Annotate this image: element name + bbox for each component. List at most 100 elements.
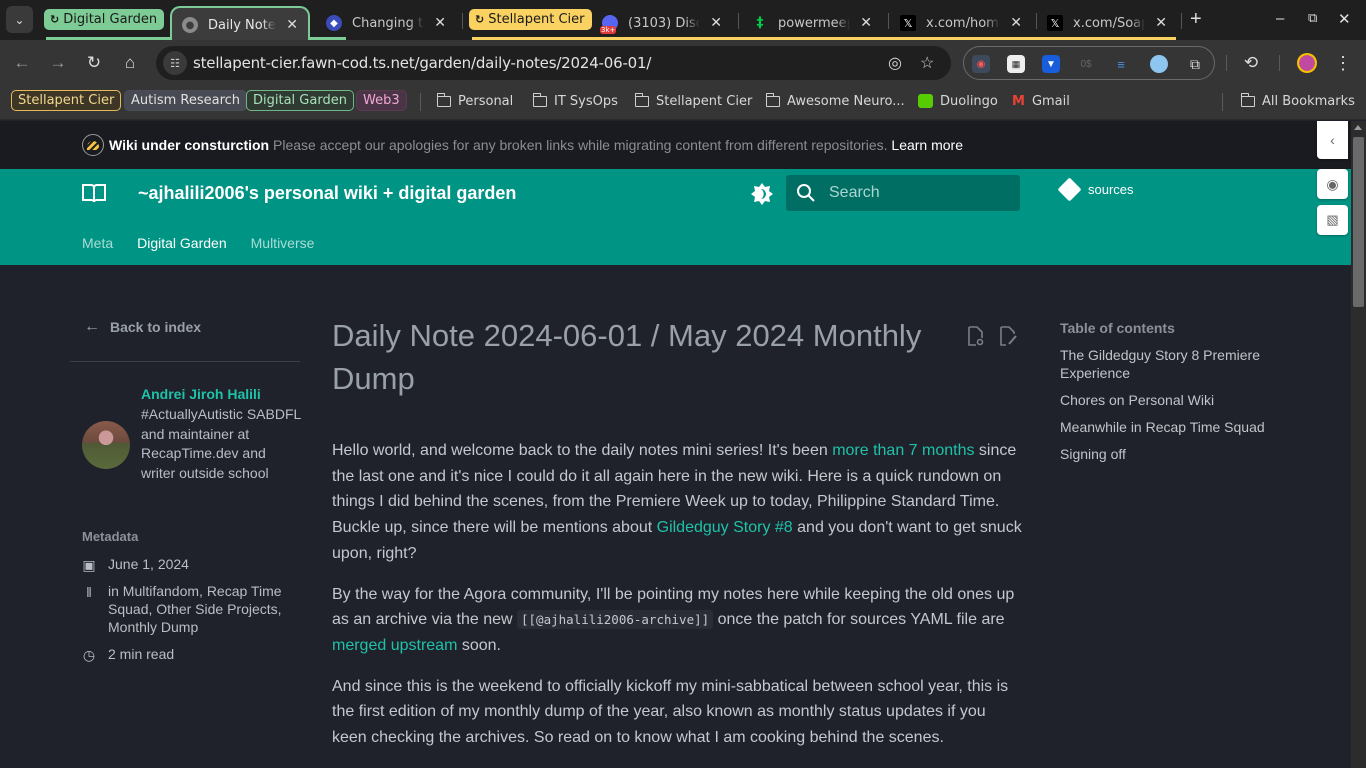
tab-group-digital-garden[interactable]: ↻ Digital Garden: [44, 9, 165, 30]
close-tab-icon[interactable]: ✕: [1155, 15, 1167, 31]
metadata-heading: Metadata: [82, 529, 139, 544]
nav-tab-digital-garden[interactable]: Digital Garden: [137, 235, 227, 251]
address-bar[interactable]: ☷ stellapent-cier.fawn-cod.ts.net/garden…: [156, 46, 951, 80]
bookmark-folder-awesome-neuro[interactable]: Awesome Neuro...: [765, 91, 905, 111]
bookmarks-separator: [1222, 93, 1223, 111]
close-tab-icon[interactable]: ✕: [860, 15, 872, 31]
theme-toggle-icon[interactable]: [750, 182, 774, 206]
folder-icon: [532, 92, 547, 107]
link-gildedguy-story-8[interactable]: Gildedguy Story #8: [657, 519, 793, 536]
qr-code-icon[interactable]: ▦: [1007, 55, 1025, 73]
tab-changing[interactable]: ◆ Changing the ✕: [316, 6, 456, 40]
all-bookmarks[interactable]: All Bookmarks: [1240, 91, 1355, 111]
close-tab-icon[interactable]: ✕: [710, 15, 722, 31]
bitwarden-icon[interactable]: ▼: [1042, 55, 1060, 73]
close-tab-icon[interactable]: ✕: [1010, 15, 1022, 31]
nav-tab-meta[interactable]: Meta: [82, 235, 113, 251]
close-window-button[interactable]: ✕: [1338, 10, 1351, 28]
back-to-index-link[interactable]: ← Back to index: [84, 318, 201, 336]
tab-discord[interactable]: 3k+ (3103) Discord ✕: [592, 6, 732, 40]
close-tab-icon[interactable]: ✕: [286, 17, 298, 33]
notes-button[interactable]: ▧: [1317, 205, 1348, 235]
forward-button[interactable]: →: [48, 53, 68, 73]
tab-daily-note[interactable]: ● Daily Note 2024-06-01 ✕: [170, 6, 310, 42]
search-input[interactable]: Search: [786, 175, 1020, 211]
clock-icon: ◷: [82, 647, 96, 663]
link-more-than-7-months[interactable]: more than 7 months: [832, 442, 974, 459]
discord-icon: 3k+: [600, 15, 618, 34]
toc-item[interactable]: Meanwhile in Recap Time Squad: [1060, 418, 1280, 436]
book-icon[interactable]: [82, 183, 106, 203]
article-paragraph: And since this is the weekend to officia…: [332, 677, 1009, 747]
learn-more-link[interactable]: Learn more: [891, 137, 963, 153]
author-bio: #ActuallyAutistic SABDFL and maintainer …: [141, 406, 301, 481]
privacy-badger-icon[interactable]: ◉: [972, 55, 990, 73]
close-tab-icon[interactable]: ✕: [434, 15, 446, 31]
nav-tab-multiverse[interactable]: Multiverse: [251, 235, 315, 251]
restore-button[interactable]: ⧉: [1308, 10, 1317, 26]
site-header: ~ajhalili2006's personal wiki + digital …: [0, 169, 1351, 265]
chevron-left-icon: ‹: [1330, 132, 1335, 148]
view-source-icon[interactable]: [967, 326, 985, 346]
author-name[interactable]: Andrei Jiroh Halili: [141, 386, 261, 402]
globe-icon: ●: [182, 17, 198, 33]
announcement-title: Wiki under consturction: [109, 137, 270, 153]
menu-kebab-icon[interactable]: ⋮: [1333, 53, 1353, 73]
profile-avatar[interactable]: [1297, 53, 1317, 73]
site-info-icon[interactable]: ☷: [163, 51, 187, 75]
bookmark-group-web3[interactable]: Web3: [356, 90, 407, 111]
tab-separator: [888, 13, 889, 29]
tab-x-soap[interactable]: 𝕏 x.com/SoapS ✕: [1037, 6, 1177, 40]
sidebar-divider: [70, 361, 300, 362]
table-of-contents: The Gildedguy Story 8 Premiere Experienc…: [1060, 346, 1280, 472]
scroll-up-arrow-icon[interactable]: [1354, 125, 1362, 130]
page-scrollbar[interactable]: [1351, 121, 1366, 768]
minimize-button[interactable]: –: [1276, 10, 1284, 27]
bookmark-duolingo[interactable]: Duolingo: [918, 91, 998, 111]
tab-search-button[interactable]: ⌄: [6, 6, 33, 33]
search-icon: [797, 184, 815, 202]
sources-link[interactable]: sources: [1057, 177, 1134, 202]
history-icon[interactable]: ⟲: [1241, 53, 1261, 73]
shield-icon: ◆: [326, 15, 342, 31]
tab-separator: [1181, 13, 1182, 29]
toc-item[interactable]: Chores on Personal Wiki: [1060, 391, 1280, 409]
new-tab-button[interactable]: +: [1190, 9, 1202, 29]
preview-button[interactable]: ◉: [1317, 169, 1348, 199]
toolbar-separator: [1279, 55, 1280, 71]
gem-icon[interactable]: [1150, 55, 1168, 73]
url-text[interactable]: stellapent-cier.fawn-cod.ts.net/garden/d…: [193, 54, 651, 72]
bookmark-folder-stellapent-cier[interactable]: Stellapent Cier: [634, 91, 752, 111]
tracking-protection-icon[interactable]: ◎: [888, 53, 902, 73]
tab-powermeep[interactable]: ‡ powermeep ✕: [742, 6, 882, 40]
bookmark-star-icon[interactable]: ☆: [920, 53, 934, 73]
edit-page-icon[interactable]: [999, 326, 1017, 346]
site-title[interactable]: ~ajhalili2006's personal wiki + digital …: [138, 183, 516, 204]
tab-separator: [738, 13, 739, 29]
bookmark-folder-personal[interactable]: Personal: [436, 91, 513, 111]
bookmark-group-digital-garden[interactable]: Digital Garden: [246, 90, 354, 111]
link-merged-upstream[interactable]: merged upstream: [332, 637, 457, 654]
tab-x-home[interactable]: 𝕏 x.com/home ✕: [890, 6, 1032, 40]
x-icon: 𝕏: [900, 15, 916, 31]
back-button[interactable]: ←: [12, 53, 32, 73]
article-paragraph: By the way for the Agora community, I'll…: [332, 585, 1015, 654]
bookmark-group-stellapent-cier[interactable]: Stellapent Cier: [11, 90, 122, 111]
toc-item[interactable]: The Gildedguy Story 8 Premiere Experienc…: [1060, 346, 1280, 382]
bookmark-gmail[interactable]: M Gmail: [1012, 91, 1070, 111]
tab-group-stellapent-cier[interactable]: ↻ Stellapent Cier: [469, 9, 592, 30]
bookmark-folder-it-sysops[interactable]: IT SysOps: [532, 91, 618, 111]
list-icon[interactable]: ≡: [1112, 55, 1130, 73]
toc-item[interactable]: Signing off: [1060, 445, 1280, 463]
currency-icon[interactable]: 0$: [1077, 55, 1095, 73]
chevron-down-icon: ⌄: [14, 12, 25, 27]
scrollbar-thumb[interactable]: [1353, 137, 1364, 307]
bookmark-group-autism-research[interactable]: Autism Research: [124, 90, 248, 111]
construction-icon: [82, 134, 104, 156]
extensions-area: ◉ ▦ ▼ 0$ ≡ ⧉: [963, 46, 1215, 80]
reload-button[interactable]: ↻: [84, 53, 104, 73]
search-placeholder: Search: [829, 184, 880, 201]
drawer-toggle-button[interactable]: ‹: [1317, 121, 1348, 159]
extensions-puzzle-icon[interactable]: ⧉: [1186, 55, 1204, 73]
home-button[interactable]: ⌂: [120, 53, 140, 73]
